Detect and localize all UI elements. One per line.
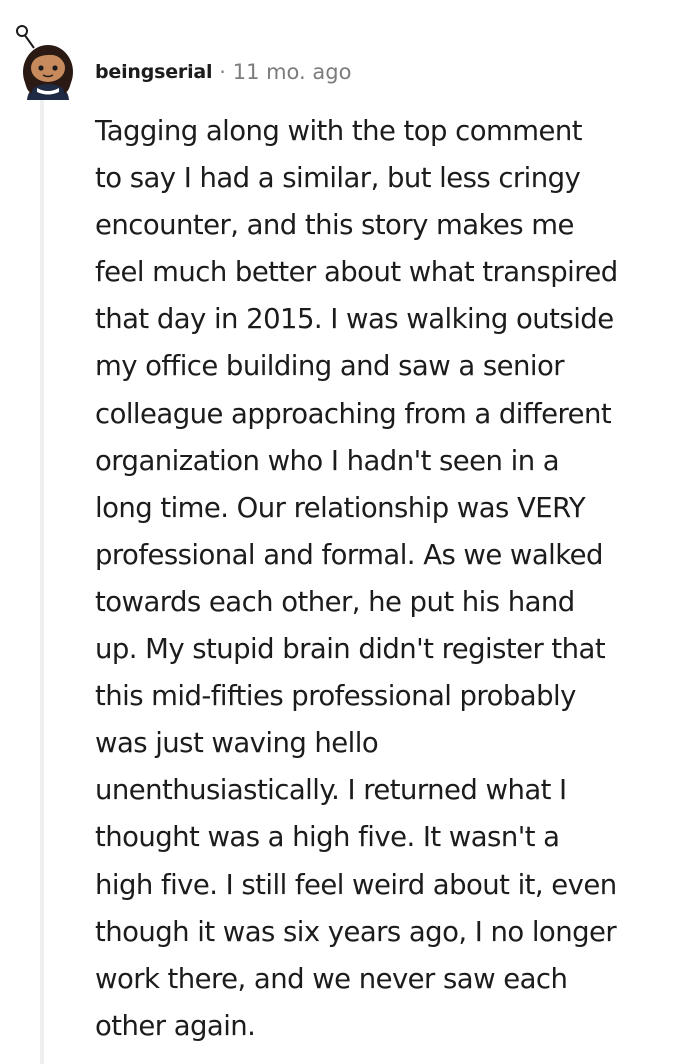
- comment-timestamp[interactable]: 11 mo. ago: [233, 60, 352, 84]
- snoo-avatar-icon: [16, 25, 73, 100]
- comment-text-line: to say I had a similar, but less cringy: [95, 162, 581, 195]
- comment-text-line: high five. I still feel weird about it, …: [95, 868, 617, 901]
- comment-text-line: this mid-fifties professional probably: [95, 680, 576, 713]
- comment-text-line: other again.: [95, 1009, 256, 1042]
- comment-text-line: colleague approaching from a different: [95, 397, 612, 430]
- comment-text-line: that day in 2015. I was walking outside: [95, 303, 614, 336]
- comment-text-line: Tagging along with the top comment: [95, 115, 582, 147]
- comment-text-line: unenthusiastically. I returned what I: [95, 774, 567, 807]
- comment-text-line: thought was a high five. It wasn't a: [95, 821, 560, 854]
- comment-text-line: work there, and we never saw each: [95, 962, 568, 995]
- comment-text-line: encounter, and this story makes me: [95, 209, 574, 242]
- comment-text-line: professional and formal. As we walked: [95, 538, 603, 571]
- comment-text-line: though it was six years ago, I no longer: [95, 915, 617, 948]
- meta-separator: ·: [219, 60, 226, 84]
- comment-text-line: organization who I hadn't seen in a: [95, 444, 560, 477]
- user-avatar[interactable]: [10, 22, 80, 100]
- comment-header: beingserial · 11 mo. ago: [95, 56, 351, 88]
- comment-text-line: was just waving hello: [95, 727, 379, 760]
- comment-body: Tagging along with the top comment to sa…: [95, 108, 695, 1050]
- comment-text-line: long time. Our relationship was VERY: [95, 491, 586, 524]
- comment-text-line: towards each other, he put his hand: [95, 585, 575, 618]
- comment-text-line: feel much better about what transpired: [95, 256, 618, 289]
- username-link[interactable]: beingserial: [95, 61, 213, 83]
- thread-line[interactable]: [40, 100, 44, 1064]
- comment-text-line: up. My stupid brain didn't register that: [95, 633, 606, 666]
- comment-text-line: my office building and saw a senior: [95, 350, 565, 383]
